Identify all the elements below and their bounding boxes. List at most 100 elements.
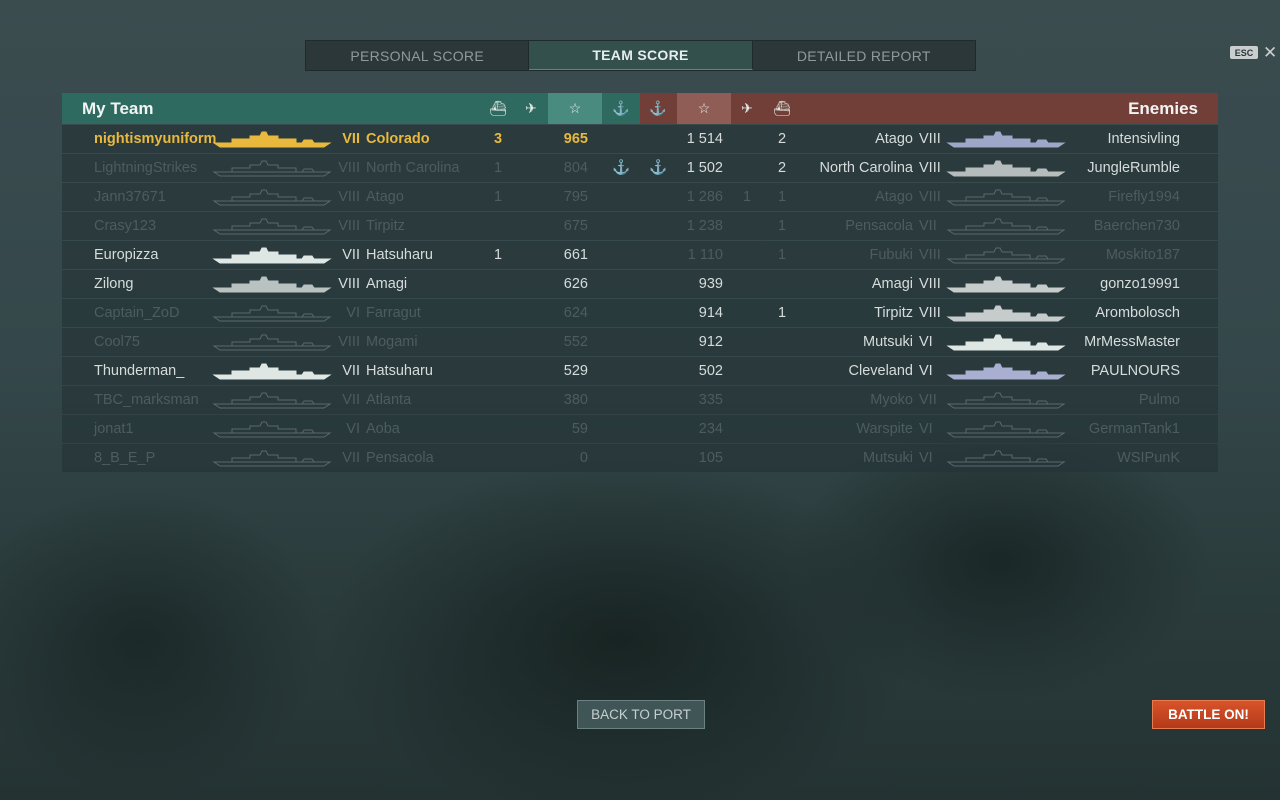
ship-name: Farragut xyxy=(366,305,421,321)
player-name: Thunderman_ xyxy=(94,363,185,379)
planes-destroyed-count: 1 xyxy=(742,189,752,205)
ship-sunk-icon[interactable]: ⛴ xyxy=(764,93,800,124)
ship-tier: VI xyxy=(346,305,360,321)
ship-name: Warspite xyxy=(856,421,913,437)
score-value: 804 xyxy=(563,160,588,176)
table-row[interactable]: nightismyuniform VII Colorado 3 965 xyxy=(62,125,640,153)
table-row[interactable]: Captain_ZoD VI Farragut 624 xyxy=(62,299,640,327)
battle-on-button[interactable]: BATTLE ON! xyxy=(1152,700,1265,729)
ship-tier: VI xyxy=(919,363,933,379)
esc-key-hint: ESC xyxy=(1230,46,1258,59)
ship-silhouette-icon xyxy=(212,159,332,177)
ship-silhouette-icon xyxy=(212,188,332,206)
planes-destroyed-count xyxy=(732,328,762,356)
planes-destroyed-icon[interactable]: ✈ xyxy=(732,93,762,124)
table-row[interactable]: Thunderman_ VII Hatsuharu 529 xyxy=(62,357,640,385)
ship-name: Colorado xyxy=(366,131,430,147)
ships-sunk-count: 1 xyxy=(493,247,503,263)
base-capture-icon xyxy=(602,444,640,472)
table-row[interactable]: 335 Myoko VII Pulmo xyxy=(640,386,1218,414)
table-row[interactable]: ⚓ 1 502 2 North Carolina VIII JungleRumble xyxy=(640,154,1218,182)
table-row[interactable]: 914 1 Tirpitz VIII Arombolosch xyxy=(640,299,1218,327)
ship-name: Atlanta xyxy=(366,392,412,408)
ship-silhouette-icon xyxy=(946,130,1066,148)
table-row[interactable]: Cool75 VIII Mogami 552 xyxy=(62,328,640,356)
table-row[interactable]: jonat1 VI Aoba 59 xyxy=(62,415,640,443)
table-row[interactable]: 939 Amagi VIII gonzo19991 xyxy=(640,270,1218,298)
table-row[interactable]: 1 286 1 1 Atago VIII Firefly1994 xyxy=(640,183,1218,211)
planes-destroyed-count xyxy=(732,154,762,182)
table-row[interactable]: 912 Mutsuki VI MrMessMaster xyxy=(640,328,1218,356)
table-row[interactable]: LightningStrikes VIII North Carolina 1 804 ⚓ xyxy=(62,154,640,182)
table-row[interactable]: Jann37671 VIII Atago 1 795 xyxy=(62,183,640,211)
player-name: Europizza xyxy=(94,247,159,263)
ships-sunk-count: 1 xyxy=(777,189,787,205)
score-value: 624 xyxy=(563,305,588,321)
tab-personal-score[interactable]: PERSONAL SCORE xyxy=(306,41,530,70)
table-row[interactable]: 8_B_E_P VII Pensacola 0 xyxy=(62,444,640,472)
planes-destroyed-count xyxy=(516,299,546,327)
ship-silhouette-icon xyxy=(946,333,1066,351)
player-name: PAULNOURS xyxy=(1090,363,1180,379)
ship-tier: VIII xyxy=(338,218,360,234)
ship-tier: VIII xyxy=(919,131,941,147)
ship-name: Hatsuharu xyxy=(366,247,433,263)
score-value: 1 514 xyxy=(686,131,723,147)
anchor-icon[interactable]: ⚓ xyxy=(640,93,676,124)
ships-sunk-count xyxy=(764,357,800,385)
ship-tier: VIII xyxy=(919,160,941,176)
ship-silhouette-icon xyxy=(946,246,1066,264)
ship-silhouette-icon xyxy=(212,130,332,148)
base-capture-icon xyxy=(602,386,640,414)
table-row[interactable]: Zilong VIII Amagi 626 xyxy=(62,270,640,298)
ship-silhouette-icon xyxy=(212,449,332,467)
player-name: JungleRumble xyxy=(1087,160,1180,176)
tab-bar: PERSONAL SCORE TEAM SCORE DETAILED REPOR… xyxy=(305,40,976,71)
close-icon[interactable]: ✕ xyxy=(1263,43,1277,63)
ship-tier: VII xyxy=(342,247,360,263)
ship-silhouette-icon xyxy=(946,362,1066,380)
ship-sunk-icon[interactable]: ⛴ xyxy=(480,93,516,124)
ship-silhouette-icon xyxy=(946,449,1066,467)
tab-team-score[interactable]: TEAM SCORE xyxy=(529,41,753,70)
ships-sunk-count: 1 xyxy=(493,160,503,176)
tab-detailed-report[interactable]: DETAILED REPORT xyxy=(753,41,975,70)
ship-tier: VII xyxy=(342,450,360,466)
ship-name: Pensacola xyxy=(845,218,913,234)
base-capture-icon: ⚓ xyxy=(648,160,668,176)
ship-tier: VI xyxy=(919,334,933,350)
ship-tier: VI xyxy=(919,450,933,466)
table-row[interactable]: 105 Mutsuki VI WSIPunK xyxy=(640,444,1218,472)
table-row[interactable]: Crasy123 VIII Tirpitz 675 xyxy=(62,212,640,240)
player-name: jonat1 xyxy=(94,421,134,437)
table-row[interactable]: 1 514 2 Atago VIII Intensivling xyxy=(640,125,1218,153)
base-capture-icon xyxy=(640,183,676,211)
ships-sunk-count xyxy=(480,444,516,472)
ship-tier: VIII xyxy=(338,334,360,350)
ships-sunk-count xyxy=(764,415,800,443)
planes-destroyed-count xyxy=(732,212,762,240)
planes-destroyed-icon[interactable]: ✈ xyxy=(516,93,546,124)
ship-name: North Carolina xyxy=(819,160,914,176)
star-icon[interactable]: ☆ xyxy=(677,93,731,124)
ship-silhouette-icon xyxy=(946,159,1066,177)
ship-silhouette-icon xyxy=(212,217,332,235)
table-row[interactable]: Europizza VII Hatsuharu 1 661 xyxy=(62,241,640,269)
table-row[interactable]: TBC_marksman VII Atlanta 380 xyxy=(62,386,640,414)
planes-destroyed-count xyxy=(732,386,762,414)
ship-tier: VI xyxy=(919,421,933,437)
ships-sunk-count xyxy=(764,270,800,298)
back-to-port-button[interactable]: BACK TO PORT xyxy=(577,700,705,729)
base-capture-icon xyxy=(602,125,640,153)
ship-silhouette-icon xyxy=(212,246,332,264)
table-row[interactable]: 1 110 1 Fubuki VIII Moskito187 xyxy=(640,241,1218,269)
table-row[interactable]: 502 Cleveland VI PAULNOURS xyxy=(640,357,1218,385)
anchor-icon[interactable]: ⚓ xyxy=(602,93,640,124)
table-row[interactable]: 234 Warspite VI GermanTank1 xyxy=(640,415,1218,443)
ship-tier: VIII xyxy=(919,247,941,263)
table-row[interactable]: 1 238 1 Pensacola VII Baerchen730 xyxy=(640,212,1218,240)
star-icon[interactable]: ☆ xyxy=(548,93,602,124)
my-team-title: My Team xyxy=(82,98,154,118)
player-name: Cool75 xyxy=(94,334,140,350)
player-name: Moskito187 xyxy=(1105,247,1180,263)
